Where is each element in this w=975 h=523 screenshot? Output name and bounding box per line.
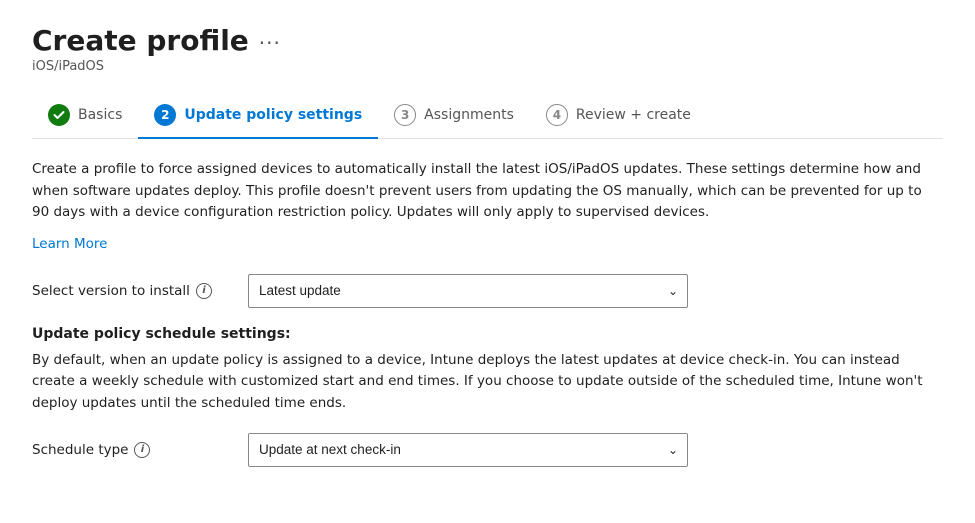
version-field-row: Select version to install i Latest updat… xyxy=(32,274,943,308)
step-update-policy[interactable]: 2 Update policy settings xyxy=(138,94,378,138)
schedule-type-field-row: Schedule type i Update at next check-in … xyxy=(32,433,943,467)
step-update-policy-label: Update policy settings xyxy=(184,107,362,123)
step-review-create[interactable]: 4 Review + create xyxy=(530,94,707,138)
page-subtitle: iOS/iPadOS xyxy=(32,59,943,74)
step-assignments-label: Assignments xyxy=(424,107,514,123)
page-description: Create a profile to force assigned devic… xyxy=(32,159,943,224)
schedule-type-select-wrapper: Update at next check-in Update during sc… xyxy=(248,433,688,467)
schedule-section-description: By default, when an update policy is ass… xyxy=(32,350,943,415)
version-label-text: Select version to install xyxy=(32,283,190,299)
page-title: Create profile xyxy=(32,24,249,57)
version-select-wrapper: Latest update iOS 17 iOS 16 iOS 15 ⌄ xyxy=(248,274,688,308)
version-label: Select version to install i xyxy=(32,283,232,299)
schedule-type-label-text: Schedule type xyxy=(32,442,128,458)
step-update-policy-circle: 2 xyxy=(154,104,176,126)
version-info-icon[interactable]: i xyxy=(196,283,212,299)
step-review-create-label: Review + create xyxy=(576,107,691,123)
schedule-type-label: Schedule type i xyxy=(32,442,232,458)
step-basics[interactable]: Basics xyxy=(32,94,138,138)
step-review-create-circle: 4 xyxy=(546,104,568,126)
steps-nav: Basics 2 Update policy settings 3 Assign… xyxy=(32,94,943,139)
step-assignments-circle: 3 xyxy=(394,104,416,126)
step-basics-circle xyxy=(48,104,70,126)
schedule-type-info-icon[interactable]: i xyxy=(134,442,150,458)
step-assignments[interactable]: 3 Assignments xyxy=(378,94,530,138)
schedule-section-heading: Update policy schedule settings: xyxy=(32,326,943,342)
schedule-type-select[interactable]: Update at next check-in Update during sc… xyxy=(248,433,688,467)
learn-more-link[interactable]: Learn More xyxy=(32,236,108,252)
version-select[interactable]: Latest update iOS 17 iOS 16 iOS 15 xyxy=(248,274,688,308)
step-basics-label: Basics xyxy=(78,107,122,123)
more-options-icon[interactable]: ··· xyxy=(259,31,281,55)
